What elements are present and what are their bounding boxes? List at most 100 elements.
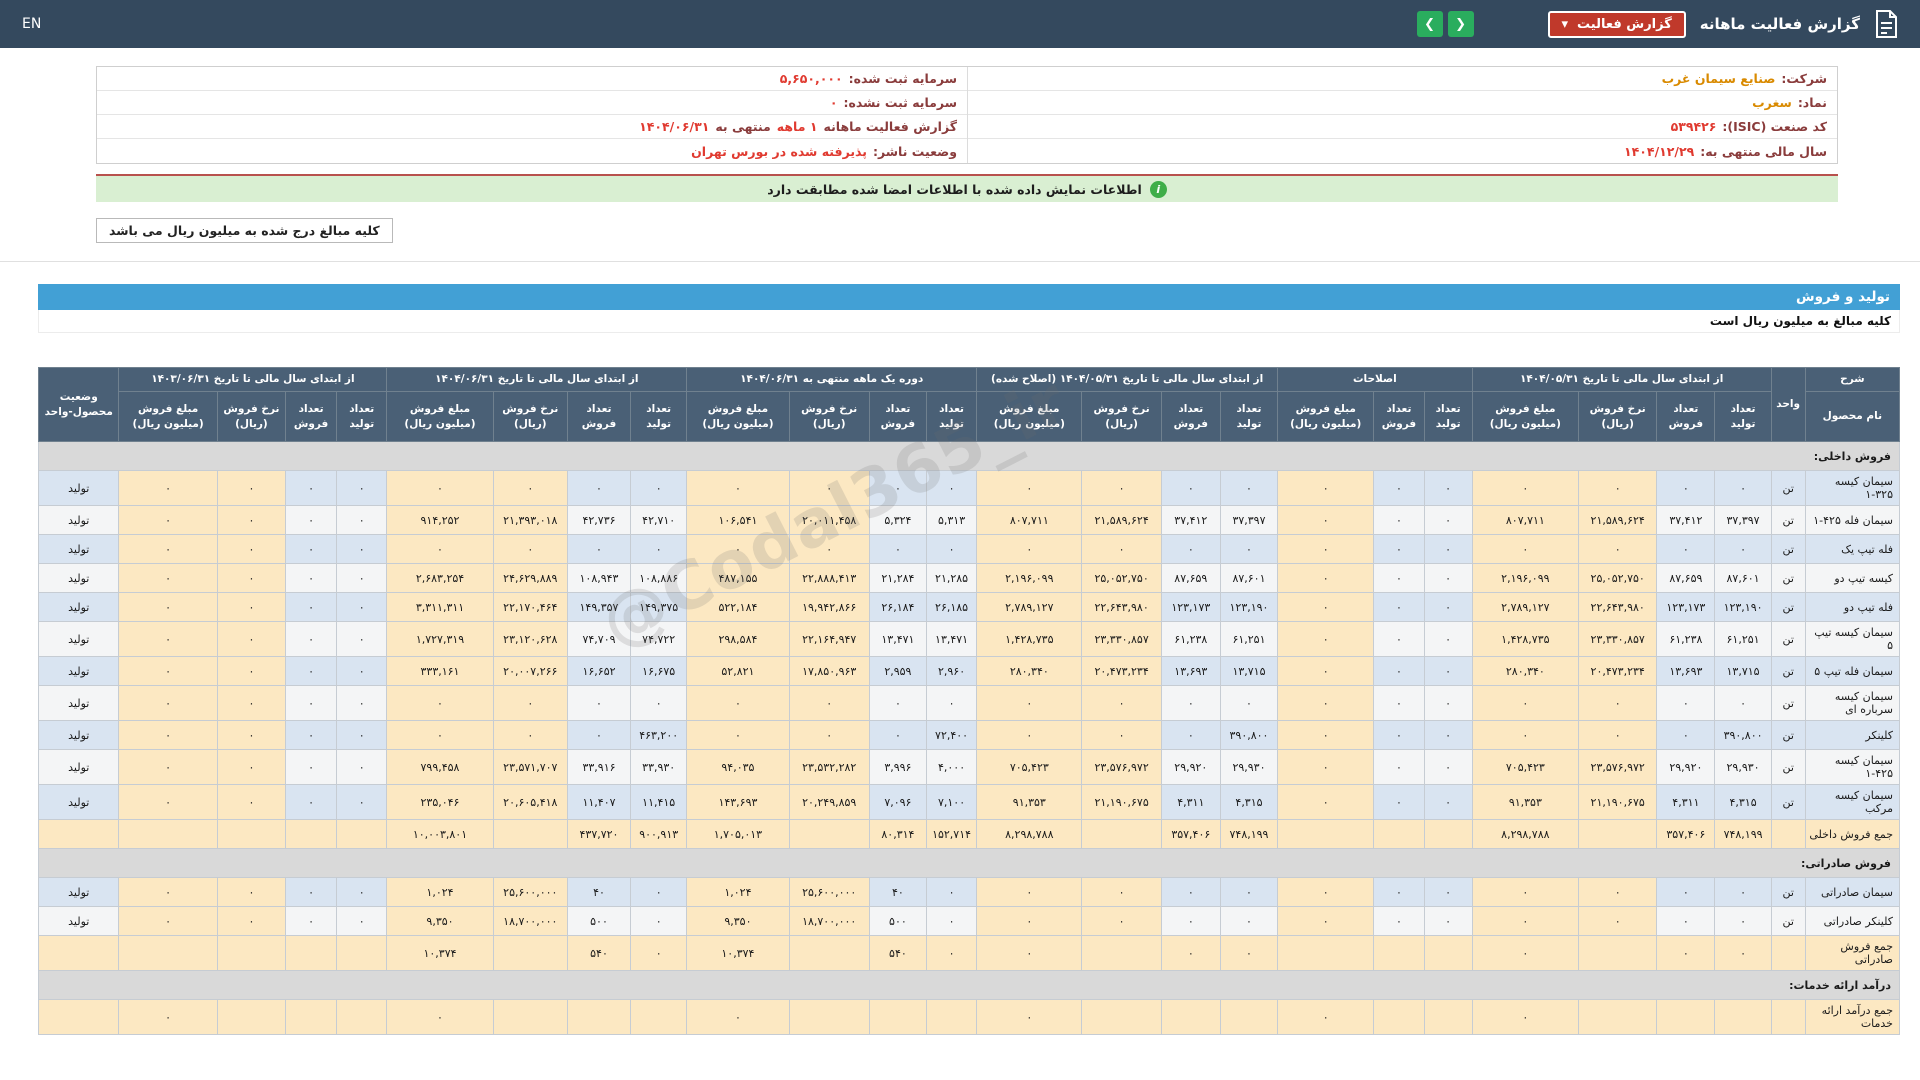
- value-cell: ۰: [868, 720, 927, 750]
- value-cell: ۰: [1160, 720, 1221, 750]
- value-cell: ۰: [285, 656, 338, 686]
- value-cell: ۲۵,۰۵۲,۷۵۰: [1578, 563, 1658, 593]
- value-cell: ۰: [788, 720, 870, 750]
- value-cell: ۲۵,۶۰۰,۰۰۰: [492, 877, 568, 907]
- value-cell: ۲۱,۱۹۰,۶۷۵: [1578, 784, 1658, 820]
- value-cell: ۰: [118, 656, 218, 686]
- value-cell: ۳۹۰,۸۰۰: [1714, 720, 1772, 750]
- unit-cell: تن: [1770, 656, 1806, 686]
- value-cell: ۱۲۳,۱۹۰: [1714, 592, 1772, 622]
- value-cell: ۰: [118, 621, 218, 657]
- value-cell: ۰: [630, 877, 688, 907]
- company-info-left-column: سرمایه ثبت شده: ۵,۶۵۰,۰۰۰ سرمایه ثبت نشده:…: [97, 67, 967, 163]
- value-cell: ۰: [336, 784, 388, 820]
- info-row: گزارش فعالیت ماهانه ۱ ماهه منتهی به ۱۴۰۴/۰۶…: [97, 115, 967, 139]
- value-cell: ۰: [336, 656, 388, 686]
- next-report-button[interactable]: ❯: [1447, 11, 1474, 37]
- value-cell: ۰: [336, 685, 388, 721]
- value-cell: ۰: [1277, 534, 1375, 564]
- info-value: ۱ ماهه: [776, 119, 818, 134]
- value-cell: ۰: [868, 534, 927, 564]
- info-link[interactable]: صنایع سیمان غرب: [1662, 71, 1776, 86]
- value-cell: ۲۳,۳۳۰,۸۵۷: [1578, 621, 1658, 657]
- section-label: فروش صادراتی:: [38, 848, 1900, 878]
- value-cell: ۰: [566, 534, 632, 564]
- value-cell: ۲۶,۱۸۵: [925, 592, 978, 622]
- value-cell: ۰: [336, 505, 388, 535]
- column-header: تعداد فروش: [1160, 391, 1221, 442]
- chevron-down-icon: ▾: [1561, 16, 1569, 32]
- value-cell: ۲۶,۱۸۴: [868, 592, 927, 622]
- value-cell: ۲۰,۰۱۱,۴۵۸: [788, 505, 870, 535]
- value-cell: ۰: [925, 534, 978, 564]
- unit-cell: تن: [1770, 720, 1806, 750]
- product-name-cell: کلینکر: [1804, 720, 1901, 750]
- status-cell: [37, 819, 120, 849]
- value-cell: ۰: [1423, 592, 1473, 622]
- value-cell: ۰: [976, 685, 1083, 721]
- value-cell: ۰: [285, 877, 338, 907]
- value-cell: ۰: [492, 470, 568, 506]
- section-row: فروش صادراتی:: [38, 848, 1900, 878]
- value-cell: [1578, 819, 1658, 849]
- value-cell: ۲۳,۵۷۶,۹۷۲: [1578, 749, 1658, 785]
- value-cell: ۰: [1219, 877, 1279, 907]
- value-cell: ۰: [976, 906, 1083, 936]
- unit-cell: تن: [1770, 505, 1806, 535]
- value-cell: ۱۱,۴۱۵: [630, 784, 688, 820]
- language-toggle-en[interactable]: EN: [22, 16, 41, 32]
- table-row: فله تیپ یک تن ۰ ۰ ۰ ۰ ۰ ۰ ۰ ۰ ۰ ۰ ۰ ۰ ۰ ۰ ۰ ۰ ۰ ۰ ۰ ۰ ۰ ۰ ۰ تولید: [37, 534, 1901, 564]
- unit-cell: تن: [1770, 534, 1806, 564]
- value-cell: ۰: [976, 534, 1083, 564]
- value-cell: [1081, 999, 1162, 1035]
- value-cell: [285, 999, 338, 1035]
- previous-report-button[interactable]: ❮: [1416, 11, 1443, 37]
- value-cell: [336, 935, 388, 971]
- value-cell: ۲۱,۲۸۴: [868, 563, 927, 593]
- info-value: ۵۳۹۴۲۶: [1670, 119, 1717, 134]
- value-cell: ۲۲,۱۶۴,۹۴۷: [788, 621, 870, 657]
- value-cell: ۰: [216, 784, 287, 820]
- value-cell: ۲۲,۸۸۸,۴۱۳: [788, 563, 870, 593]
- notice-text: اطلاعات نمایش داده شده با اطلاعات امضا ش…: [767, 181, 1142, 197]
- value-cell: ۰: [118, 685, 218, 721]
- navbar-right-group: گزارش فعالیت ماهانه گزارش فعالیت ▾ ❮ ❯: [1416, 10, 1898, 38]
- value-cell: ۴,۳۱۵: [1219, 784, 1279, 820]
- status-cell: تولید: [37, 621, 120, 657]
- value-cell: ۸۷,۶۵۹: [1656, 563, 1716, 593]
- value-cell: ۰: [1373, 906, 1425, 936]
- column-header: مبلغ فروش (میلیون ریال): [686, 391, 790, 442]
- value-cell: ۲۰,۲۴۹,۸۵۹: [788, 784, 870, 820]
- value-cell: ۰: [386, 470, 494, 506]
- value-cell: ۰: [216, 563, 287, 593]
- value-cell: [216, 819, 287, 849]
- value-cell: ۲,۷۸۹,۱۲۷: [976, 592, 1083, 622]
- value-cell: ۰: [1578, 534, 1658, 564]
- value-cell: ۰: [1471, 999, 1580, 1035]
- report-type-dropdown[interactable]: گزارش فعالیت ▾: [1547, 10, 1686, 38]
- column-header: نرخ فروش (ریال): [1081, 391, 1162, 442]
- value-cell: ۰: [336, 720, 388, 750]
- value-cell: ۲۰,۴۷۳,۲۳۴: [1081, 656, 1162, 686]
- unit-cell: تن: [1770, 685, 1806, 721]
- value-cell: ۶۱,۲۳۸: [1160, 621, 1221, 657]
- value-cell: ۰: [336, 563, 388, 593]
- value-cell: ۰: [285, 720, 338, 750]
- value-cell: ۰: [686, 534, 790, 564]
- info-label: نماد:: [1797, 95, 1827, 110]
- value-cell: ۹۱,۳۵۳: [1471, 784, 1580, 820]
- unit-cell: تن: [1770, 749, 1806, 785]
- status-cell: تولید: [37, 784, 120, 820]
- value-cell: ۰: [1714, 685, 1772, 721]
- value-cell: ۰: [1081, 685, 1162, 721]
- table-row: سیمان فله ۴۲۵-۱ تن ۳۷,۳۹۷ ۳۷,۴۱۲ ۲۱,۵۸۹,۶۲۴ ۸…: [37, 505, 1901, 535]
- value-cell: ۰: [1219, 935, 1279, 971]
- value-cell: ۰: [1714, 470, 1772, 506]
- value-cell: ۰: [118, 999, 218, 1035]
- column-header: نرخ فروش (ریال): [492, 391, 568, 442]
- info-link[interactable]: سغرب: [1752, 95, 1792, 110]
- value-cell: ۱,۴۲۸,۷۳۵: [1471, 621, 1580, 657]
- unit-cell: [1770, 935, 1806, 971]
- value-cell: ۰: [630, 906, 688, 936]
- value-cell: ۴۰: [566, 877, 632, 907]
